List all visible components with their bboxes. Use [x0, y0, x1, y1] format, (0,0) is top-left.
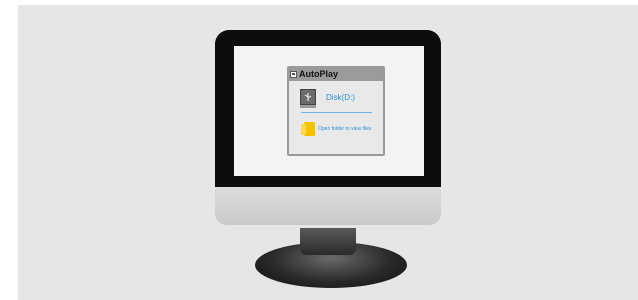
- disk-label[interactable]: Disk(D:): [326, 93, 355, 102]
- usb-drive-icon[interactable]: [300, 89, 316, 105]
- divider: [301, 112, 372, 113]
- autoplay-title: AutoPlay: [299, 69, 339, 79]
- autoplay-window[interactable]: AutoPlay Disk(D:) Open folder to view fi…: [287, 66, 385, 156]
- open-folder-option[interactable]: Open folder to view files: [318, 126, 371, 132]
- usb-drive-base: [300, 105, 316, 108]
- folder-icon[interactable]: [301, 122, 315, 136]
- monitor-chin: [215, 187, 441, 225]
- autoplay-titlebar[interactable]: AutoPlay: [289, 68, 383, 81]
- autoplay-window-icon: [290, 71, 297, 78]
- monitor-stand-neck: [300, 228, 356, 255]
- usb-symbol-icon: [304, 93, 312, 101]
